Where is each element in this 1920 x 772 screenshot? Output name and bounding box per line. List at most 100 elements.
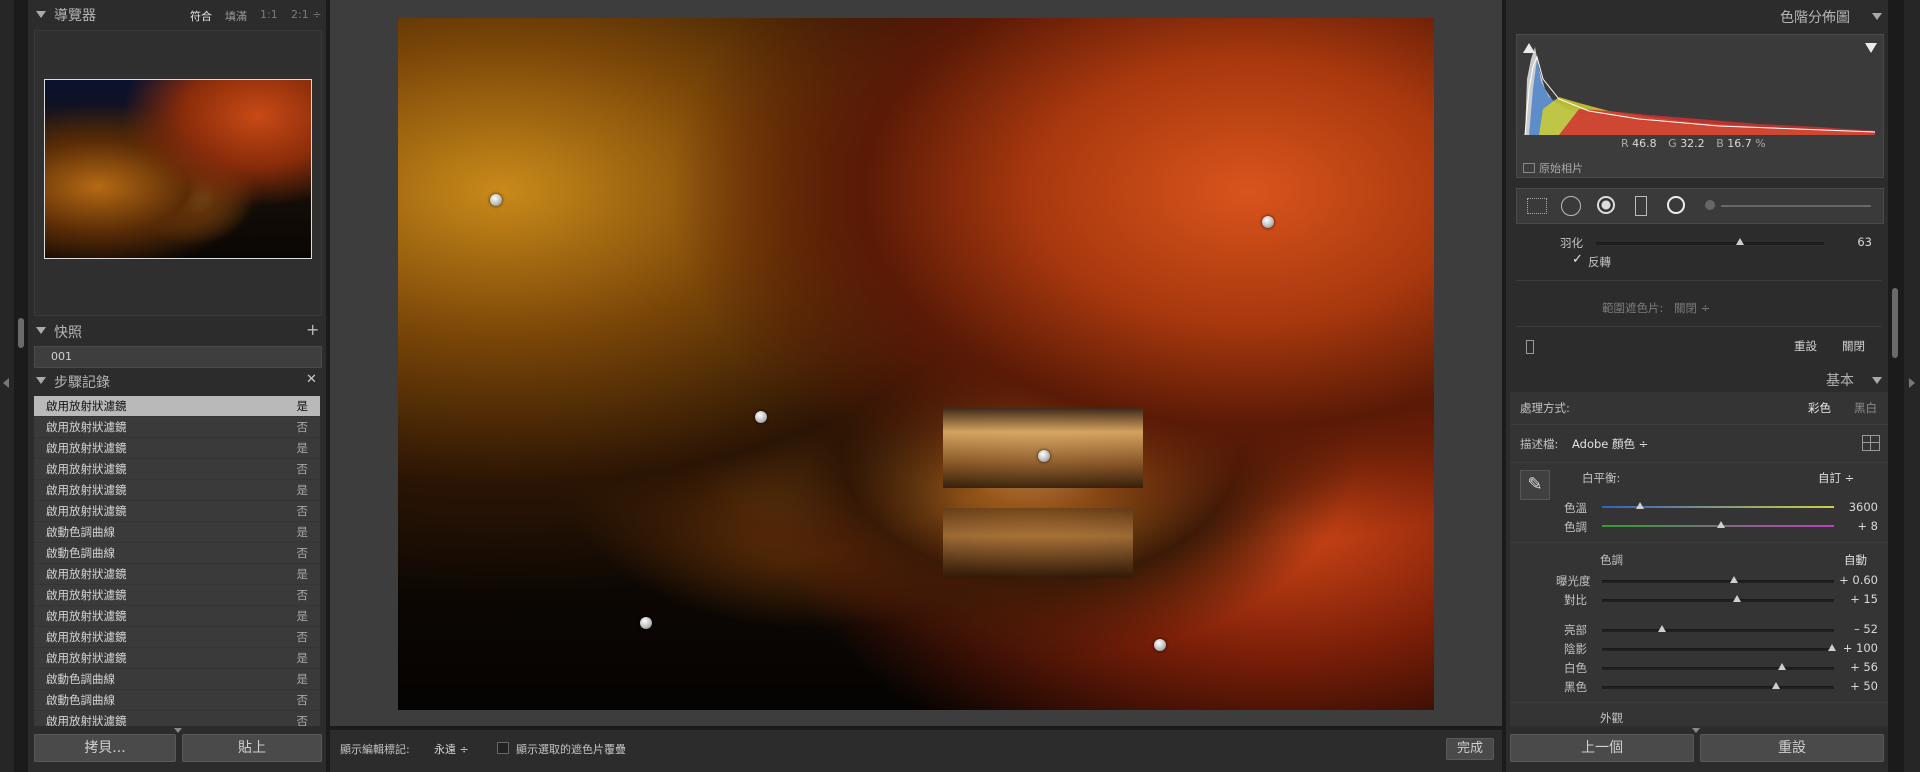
edit-pin[interactable] (755, 411, 767, 423)
bottom-toolbar: 顯示編輯標記: 永遠 ÷ 顯示選取的遮色片覆疊 完成 (330, 730, 1502, 772)
mask-toggle-switch-icon[interactable] (1526, 340, 1534, 354)
temp-slider-knob[interactable] (1636, 502, 1644, 509)
history-step-item[interactable]: 啟用放射狀濾鏡 否 (34, 627, 320, 648)
history-step-value: 否 (296, 693, 309, 707)
whites-slider-knob[interactable] (1778, 663, 1786, 670)
whites-slider[interactable] (1602, 667, 1834, 670)
original-photo-checkbox[interactable] (1523, 163, 1535, 173)
treatment-bw-option[interactable]: 黑白 (1854, 400, 1877, 416)
collapse-triangle-icon[interactable] (36, 327, 46, 334)
zoom-fit-option[interactable]: 符合 (190, 8, 212, 24)
spot-removal-icon[interactable] (1561, 196, 1581, 216)
add-snapshot-button[interactable]: + (306, 320, 319, 339)
history-step-label: 啟用放射狀濾鏡 (46, 441, 127, 455)
adjustment-brush-icon[interactable] (1705, 200, 1715, 210)
mask-close-button[interactable]: 關閉 (1842, 338, 1865, 354)
previous-button[interactable]: 上一個 (1510, 734, 1694, 762)
history-step-item[interactable]: 啟動色調曲線 否 (34, 690, 320, 711)
history-step-item[interactable]: 啟用放射狀濾鏡 是 (34, 396, 320, 417)
highlights-slider-knob[interactable] (1658, 625, 1666, 632)
history-scroll-arrow-icon[interactable] (174, 728, 182, 733)
history-step-value: 是 (296, 399, 309, 413)
exposure-slider-knob[interactable] (1730, 576, 1738, 583)
r-label: R (1621, 137, 1629, 150)
edit-pin[interactable] (1038, 450, 1050, 462)
contrast-slider[interactable] (1602, 599, 1834, 602)
history-step-label: 啟動色調曲線 (46, 525, 115, 539)
collapse-left-panel-arrow-icon[interactable] (3, 378, 9, 388)
wb-label: 白平衡: (1582, 471, 1621, 485)
exposure-label: 曝光度 (1556, 574, 1591, 588)
snapshots-header[interactable]: 快照 + (28, 318, 326, 344)
exposure-slider[interactable] (1602, 580, 1834, 583)
edit-pin[interactable] (1154, 639, 1166, 651)
history-step-item[interactable]: 啟動色調曲線 是 (34, 669, 320, 690)
navigator-header[interactable]: 導覽器 符合 填滿 1:1 2:1 ÷ (28, 0, 326, 30)
copy-settings-button[interactable]: 拷貝... (34, 734, 176, 762)
history-step-item[interactable]: 啟用放射狀濾鏡 否 (34, 585, 320, 606)
collapse-triangle-icon[interactable] (1872, 377, 1882, 384)
blacks-slider-knob[interactable] (1772, 682, 1780, 689)
history-step-item[interactable]: 啟用放射狀濾鏡 是 (34, 606, 320, 627)
clear-history-button[interactable]: ✕ (306, 372, 317, 387)
history-step-label: 啟用放射狀濾鏡 (46, 588, 127, 602)
radial-filter-icon[interactable] (1667, 196, 1685, 214)
highlights-slider[interactable] (1602, 629, 1834, 632)
right-scroll-arrow-icon[interactable] (1692, 728, 1700, 733)
show-edit-pins-dropdown[interactable]: 永遠 ÷ (434, 741, 469, 757)
basic-header[interactable]: 基本 (1506, 366, 1888, 392)
navigator-thumbnail[interactable] (44, 79, 312, 259)
collapse-right-panel-arrow-icon[interactable] (1909, 378, 1915, 388)
zoom-2-1-option[interactable]: 2:1 ÷ (291, 8, 321, 21)
auto-tone-button[interactable]: 自動 (1844, 552, 1867, 568)
reset-button[interactable]: 重設 (1700, 734, 1884, 762)
brush-slider-track[interactable] (1721, 205, 1871, 207)
history-step-item[interactable]: 啟用放射狀濾鏡 否 (34, 417, 320, 438)
contrast-slider-knob[interactable] (1733, 595, 1741, 602)
feather-slider-knob[interactable] (1735, 238, 1744, 245)
paste-settings-button[interactable]: 貼上 (182, 734, 322, 762)
snapshot-item[interactable]: 001 (34, 346, 322, 368)
red-eye-icon[interactable] (1597, 196, 1615, 214)
profile-dropdown[interactable]: Adobe 顏色 ÷ (1572, 436, 1648, 452)
mask-reset-button[interactable]: 重設 (1794, 338, 1817, 354)
treatment-color-option[interactable]: 彩色 (1808, 400, 1831, 416)
show-mask-overlay-checkbox[interactable] (497, 742, 509, 754)
collapse-triangle-icon[interactable] (36, 11, 46, 18)
graduated-filter-icon[interactable] (1635, 196, 1647, 216)
right-scrollbar[interactable] (1892, 288, 1898, 358)
history-step-item[interactable]: 啟動色調曲線 否 (34, 543, 320, 564)
history-step-item[interactable]: 啟用放射狀濾鏡 是 (34, 564, 320, 585)
wb-dropdown[interactable]: 自訂 ÷ (1818, 470, 1854, 486)
edit-pin[interactable] (640, 617, 652, 629)
main-photo[interactable] (398, 18, 1434, 710)
history-step-item[interactable]: 啟動色調曲線 是 (34, 522, 320, 543)
shadows-slider[interactable] (1602, 648, 1834, 651)
edit-pin[interactable] (490, 194, 502, 206)
edit-pin[interactable] (1262, 216, 1274, 228)
collapse-triangle-icon[interactable] (1872, 13, 1882, 20)
pavilion-glow (943, 408, 1143, 488)
history-step-item[interactable]: 啟用放射狀濾鏡 是 (34, 480, 320, 501)
grid-overlay-icon[interactable] (1527, 198, 1547, 214)
history-step-label: 啟用放射狀濾鏡 (46, 714, 127, 726)
zoom-fill-option[interactable]: 填滿 (225, 8, 247, 24)
history-step-item[interactable]: 啟用放射狀濾鏡 是 (34, 648, 320, 669)
white-balance-eyedropper-icon[interactable]: ✎ (1520, 470, 1550, 500)
history-header[interactable]: 步驟記錄 ✕ (28, 368, 326, 394)
history-step-item[interactable]: 啟用放射狀濾鏡 否 (34, 711, 320, 726)
range-mask-dropdown[interactable]: 關閉 ÷ (1674, 300, 1710, 316)
zoom-1-1-option[interactable]: 1:1 (260, 8, 278, 21)
tint-slider-knob[interactable] (1717, 521, 1725, 528)
invert-checkmark-icon[interactable]: ✓ (1572, 252, 1583, 267)
done-button[interactable]: 完成 (1446, 738, 1494, 760)
history-step-item[interactable]: 啟用放射狀濾鏡 否 (34, 501, 320, 522)
left-scrollbar[interactable] (18, 318, 24, 348)
b-label: B (1716, 137, 1724, 150)
history-step-item[interactable]: 啟用放射狀濾鏡 是 (34, 438, 320, 459)
history-step-item[interactable]: 啟用放射狀濾鏡 否 (34, 459, 320, 480)
blacks-slider[interactable] (1602, 686, 1834, 689)
feather-slider[interactable] (1596, 242, 1824, 245)
profile-browser-grid-icon[interactable] (1862, 435, 1880, 451)
collapse-triangle-icon[interactable] (36, 377, 46, 384)
